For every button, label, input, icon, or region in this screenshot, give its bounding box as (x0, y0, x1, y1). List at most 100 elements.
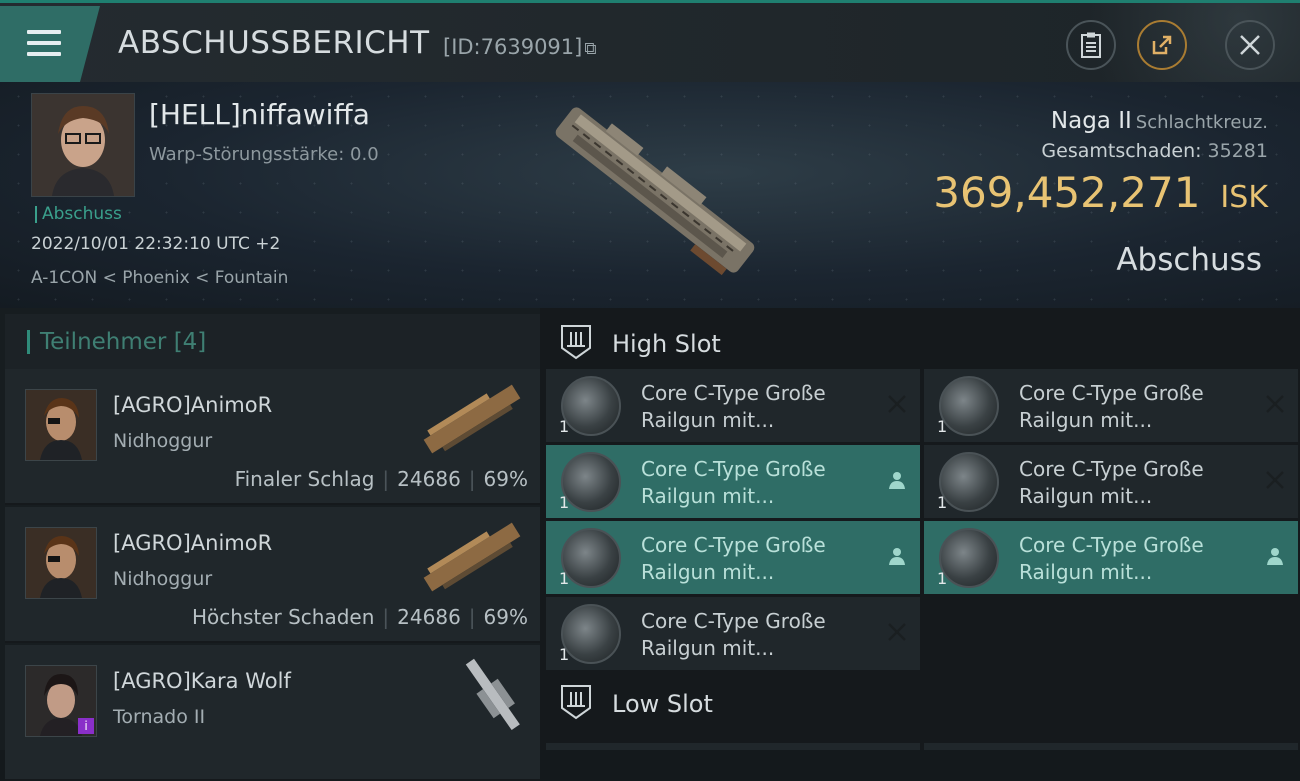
high-slot-label: High Slot (612, 330, 721, 358)
participant-row[interactable]: i [AGRO]Kara Wolf Tornado II (5, 645, 540, 781)
victim-avatar[interactable] (31, 93, 135, 197)
module-name-line1: Core C-Type Große (1019, 457, 1204, 481)
module-item[interactable]: 1 Core C-Type Große Railgun mit... (924, 445, 1298, 518)
module-item[interactable]: 1 Core C-Type Große Railgun mit... (546, 521, 920, 594)
participant-avatar[interactable]: i (25, 665, 97, 737)
participant-name[interactable]: [AGRO]AnimoR (113, 531, 272, 555)
stat-separator: | (382, 467, 390, 491)
participants-panel: Teilnehmer [4] [AGRO]AnimoR Nidhoggur Fi… (0, 308, 540, 781)
module-name-line2: Railgun mit... (1019, 408, 1153, 432)
copy-icon[interactable]: ⧉ (584, 39, 596, 59)
participant-stats: Finaler Schlag | 24686 | 69% (235, 467, 528, 491)
low-slot-module-peek[interactable] (924, 743, 1298, 750)
module-qty: 1 (559, 493, 570, 512)
menu-button[interactable] (0, 6, 100, 82)
module-name-line1: Core C-Type Große (641, 533, 826, 557)
railgun-icon (561, 604, 621, 664)
participants-header: Teilnehmer [4] (5, 314, 540, 371)
victim-name[interactable]: [HELL]niffawiffa (149, 98, 370, 131)
hamburger-icon (27, 30, 61, 63)
module-item[interactable]: 1 Core C-Type Große Railgun mit... (546, 369, 920, 442)
module-item[interactable]: 1 Core C-Type Große Railgun mit... (546, 597, 920, 670)
close-icon (1240, 35, 1260, 55)
participant-ship: Nidhoggur (113, 568, 213, 590)
total-damage: Gesamtschaden: 35281 (1041, 140, 1268, 162)
kill-type: Abschuss (1116, 242, 1262, 278)
isk-value: 369,452,271 ISK (933, 168, 1268, 217)
stat-separator: | (468, 467, 476, 491)
share-button[interactable] (1137, 20, 1187, 70)
clipboard-button[interactable] (1066, 20, 1116, 70)
participant-avatar[interactable] (25, 389, 97, 461)
module-name: Core C-Type Große Railgun mit... (641, 608, 876, 662)
isk-unit: ISK (1220, 180, 1268, 215)
low-slot-label: Low Slot (612, 690, 713, 718)
module-qty: 1 (937, 493, 948, 512)
header-bar: ABSCHUSSBERICHT [ID:7639091] ⧉ (0, 0, 1300, 85)
participant-avatar-image (26, 390, 96, 460)
module-name: Core C-Type Große Railgun mit... (641, 456, 876, 510)
participant-damage: 24686 (397, 467, 461, 491)
participant-percent: 69% (483, 467, 528, 491)
railgun-icon (561, 376, 621, 436)
module-name-line2: Railgun mit... (641, 408, 775, 432)
info-badge[interactable]: i (78, 718, 94, 734)
participant-percent: 69% (483, 605, 528, 629)
module-name-line1: Core C-Type Große (1019, 381, 1204, 405)
module-name-line1: Core C-Type Große (1019, 533, 1204, 557)
participant-role: Finaler Schlag (234, 467, 375, 491)
damage-label: Gesamtschaden: (1041, 140, 1202, 162)
railgun-icon (939, 452, 999, 512)
module-name: Core C-Type Große Railgun mit... (641, 380, 876, 434)
module-name-line2: Railgun mit... (641, 560, 775, 584)
clipboard-icon (1081, 32, 1101, 58)
stat-separator: | (382, 605, 390, 629)
module-qty: 1 (559, 645, 570, 664)
module-qty: 1 (937, 417, 948, 436)
page-title: ABSCHUSSBERICHT (118, 25, 430, 61)
module-item[interactable]: 1 Core C-Type Große Railgun mit... (924, 369, 1298, 442)
module-qty: 1 (937, 569, 948, 588)
low-slot-module-peek[interactable] (546, 743, 920, 750)
participant-row[interactable]: [AGRO]AnimoR Nidhoggur Höchster Schaden |… (5, 507, 540, 643)
warp-strength: Warp-Störungsstärke: 0.0 (149, 144, 379, 165)
participant-stats: Höchster Schaden | 24686 | 69% (192, 605, 528, 629)
participant-ship-render (423, 384, 521, 454)
module-name-line2: Railgun mit... (1019, 560, 1153, 584)
participant-row[interactable]: [AGRO]AnimoR Nidhoggur Finaler Schlag | 24… (5, 369, 540, 505)
module-name-line1: Core C-Type Große (641, 457, 826, 481)
destroyed-icon (1266, 471, 1284, 489)
module-name-line1: Core C-Type Große (641, 609, 826, 633)
person-icon (1267, 548, 1283, 565)
kill-id[interactable]: [ID:7639091] ⧉ (443, 35, 597, 59)
fitting-panel: High Slot 1 Core C-Type Große Railgun mit… (540, 308, 1300, 750)
module-qty: 1 (559, 417, 570, 436)
module-qty: 1 (559, 569, 570, 588)
high-slot-icon (561, 325, 591, 360)
share-icon (1152, 35, 1172, 55)
kill-location[interactable]: A-1CON < Phoenix < Fountain (31, 268, 288, 288)
module-item[interactable]: 1 Core C-Type Große Railgun mit... (924, 521, 1298, 594)
participant-name[interactable]: [AGRO]Kara Wolf (113, 669, 291, 693)
participant-avatar[interactable] (25, 527, 97, 599)
module-item[interactable]: 1 Core C-Type Große Railgun mit... (546, 445, 920, 518)
railgun-icon (939, 528, 999, 588)
module-name: Core C-Type Große Railgun mit... (641, 532, 876, 586)
participant-ship-render (465, 658, 520, 731)
participant-ship: Tornado II (113, 706, 206, 728)
victim-ship-render (555, 107, 755, 276)
kill-id-text: [ID:7639091] (443, 35, 583, 59)
kill-tag: Abschuss (35, 206, 122, 223)
participant-name[interactable]: [AGRO]AnimoR (113, 393, 272, 417)
close-button[interactable] (1225, 20, 1275, 70)
ship-name: Naga II (1050, 108, 1132, 134)
module-name-line1: Core C-Type Große (641, 381, 826, 405)
victim-ship[interactable]: Naga II Schlachtkreuz. (1051, 108, 1268, 134)
module-name-line2: Railgun mit... (641, 484, 775, 508)
low-slot-icon (561, 685, 591, 720)
railgun-icon (939, 376, 999, 436)
participants-title: Teilnehmer [4] (27, 330, 206, 354)
module-name: Core C-Type Große Railgun mit... (1019, 380, 1254, 434)
module-name: Core C-Type Große Railgun mit... (1019, 456, 1254, 510)
stat-separator: | (468, 605, 476, 629)
